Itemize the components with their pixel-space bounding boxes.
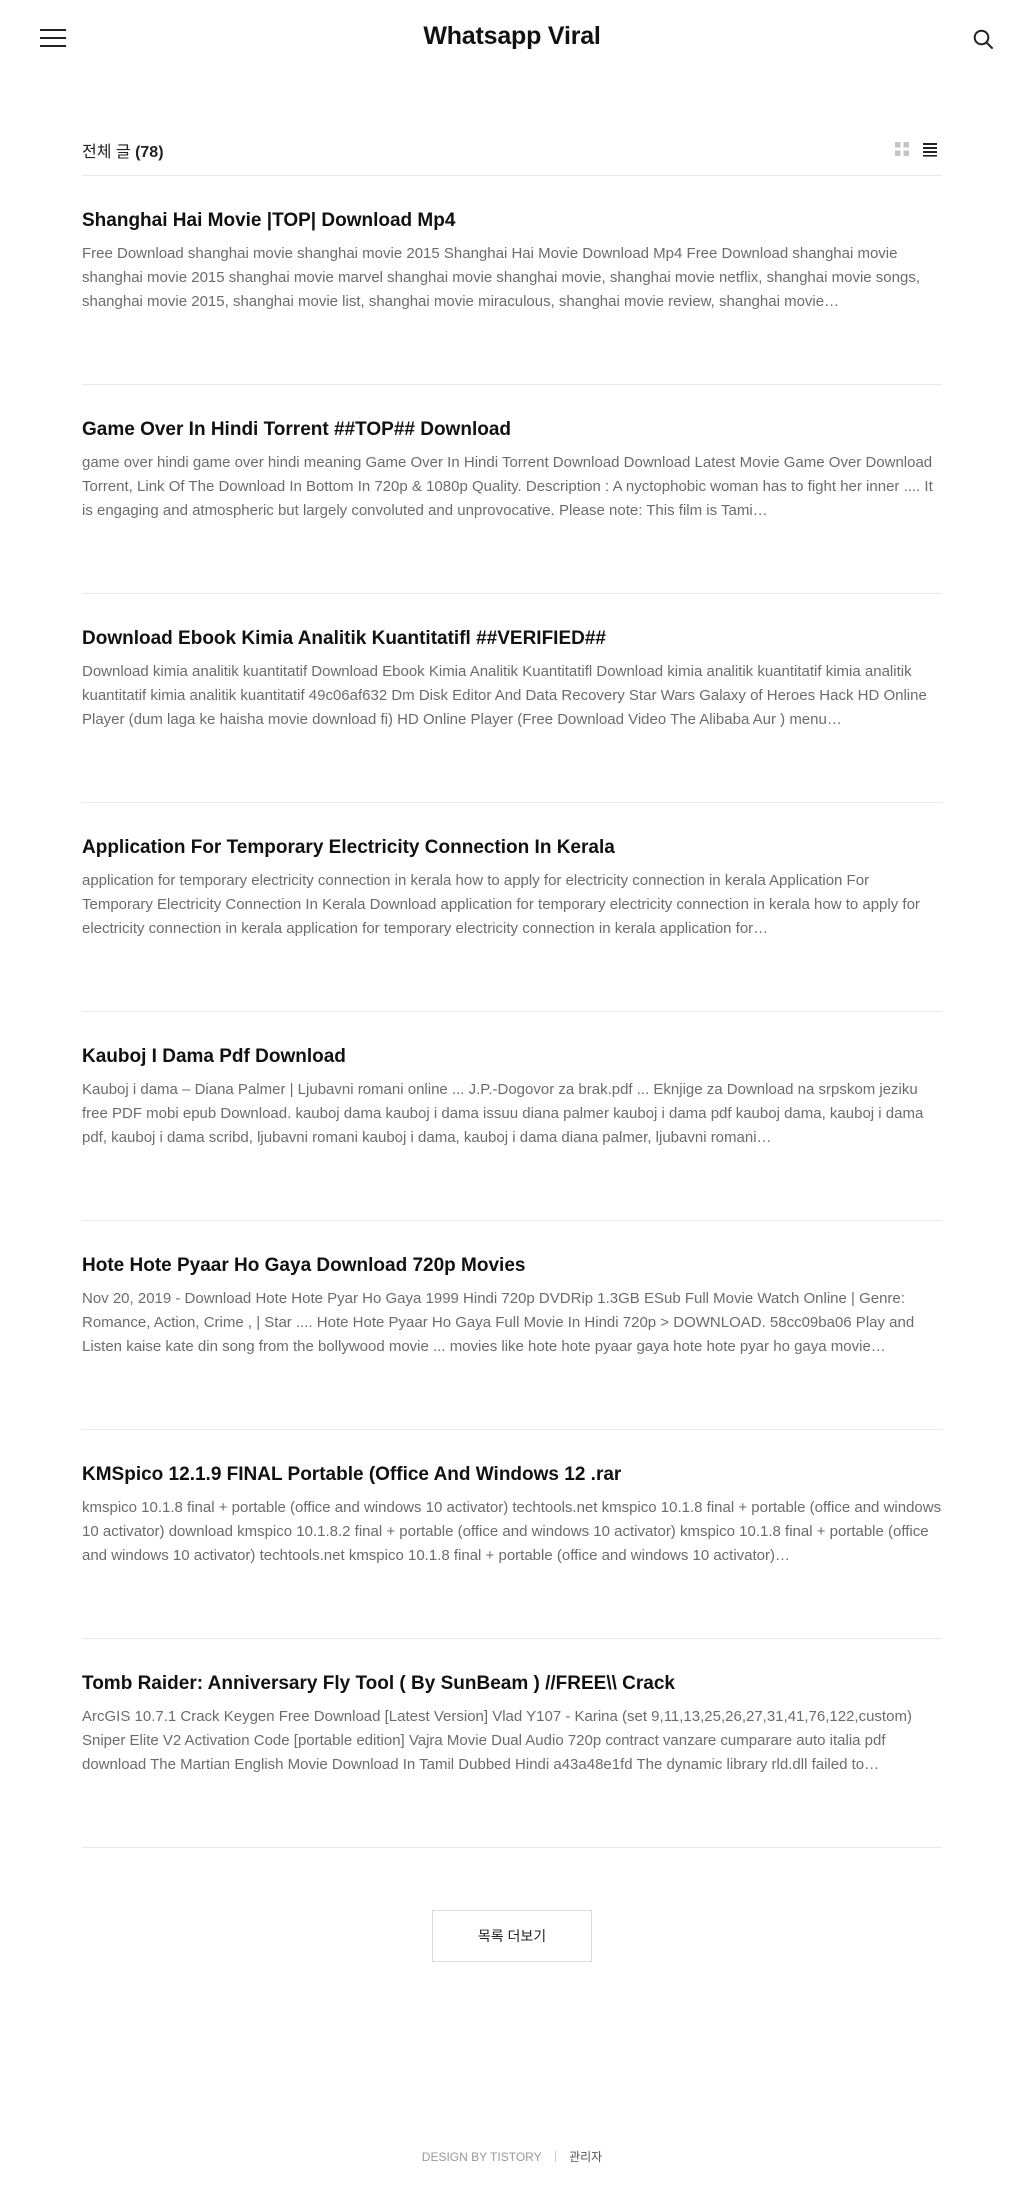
- list-view-icon[interactable]: [922, 141, 938, 157]
- site-footer: DESIGN BY TISTORY 관리자: [0, 2148, 1024, 2165]
- post-title[interactable]: Download Ebook Kimia Analitik Kuantitati…: [82, 626, 942, 652]
- post-title[interactable]: Game Over In Hindi Torrent ##TOP## Downl…: [82, 417, 942, 443]
- list-header: 전체 글 (78): [82, 128, 942, 176]
- post-item[interactable]: Kauboj I Dama Pdf Download Kauboj i dama…: [82, 1012, 942, 1221]
- post-title[interactable]: Shanghai Hai Movie |TOP| Download Mp4: [82, 208, 942, 234]
- post-excerpt[interactable]: Nov 20, 2019 - Download Hote Hote Pyar H…: [82, 1287, 942, 1359]
- site-title[interactable]: Whatsapp Viral: [0, 22, 1024, 51]
- post-excerpt[interactable]: Free Download shanghai movie shanghai mo…: [82, 242, 942, 314]
- post-title[interactable]: Hote Hote Pyaar Ho Gaya Download 720p Mo…: [82, 1253, 942, 1279]
- post-excerpt[interactable]: Kauboj i dama – Diana Palmer | Ljubavni …: [82, 1078, 942, 1150]
- post-excerpt[interactable]: ArcGIS 10.7.1 Crack Keygen Free Download…: [82, 1705, 942, 1777]
- post-list: 전체 글 (78) Shanghai Hai Movie |TOP| Downl…: [82, 128, 942, 1848]
- post-title[interactable]: Kauboj I Dama Pdf Download: [82, 1044, 942, 1070]
- post-excerpt[interactable]: application for temporary electricity co…: [82, 869, 942, 941]
- post-excerpt[interactable]: game over hindi game over hindi meaning …: [82, 451, 942, 523]
- post-item[interactable]: Game Over In Hindi Torrent ##TOP## Downl…: [82, 385, 942, 594]
- post-item[interactable]: Shanghai Hai Movie |TOP| Download Mp4 Fr…: [82, 176, 942, 385]
- post-excerpt[interactable]: kmspico 10.1.8 final + portable (office …: [82, 1496, 942, 1568]
- view-toggle: [894, 141, 938, 157]
- post-title[interactable]: Tomb Raider: Anniversary Fly Tool ( By S…: [82, 1671, 942, 1697]
- post-item[interactable]: Tomb Raider: Anniversary Fly Tool ( By S…: [82, 1639, 942, 1848]
- more-button-wrap: 목록 더보기: [0, 1910, 1024, 1962]
- post-count-label: 전체 글 (78): [82, 138, 164, 162]
- load-more-button[interactable]: 목록 더보기: [432, 1910, 592, 1962]
- admin-link[interactable]: 관리자: [569, 2150, 602, 2164]
- post-item[interactable]: Download Ebook Kimia Analitik Kuantitati…: [82, 594, 942, 803]
- list-label: 전체 글: [82, 144, 131, 161]
- post-excerpt[interactable]: Download kimia analitik kuantitatif Down…: [82, 660, 942, 732]
- post-title[interactable]: Application For Temporary Electricity Co…: [82, 835, 942, 861]
- search-icon[interactable]: [972, 28, 994, 50]
- post-title[interactable]: KMSpico 12.1.9 FINAL Portable (Office An…: [82, 1462, 942, 1488]
- post-item[interactable]: Hote Hote Pyaar Ho Gaya Download 720p Mo…: [82, 1221, 942, 1430]
- post-item[interactable]: Application For Temporary Electricity Co…: [82, 803, 942, 1012]
- design-credit[interactable]: DESIGN BY TISTORY: [422, 2150, 542, 2164]
- site-header: Whatsapp Viral: [0, 0, 1024, 80]
- grid-view-icon[interactable]: [894, 141, 910, 157]
- footer-divider: [554, 2151, 556, 2162]
- post-item[interactable]: KMSpico 12.1.9 FINAL Portable (Office An…: [82, 1430, 942, 1639]
- post-count: (78): [135, 144, 164, 161]
